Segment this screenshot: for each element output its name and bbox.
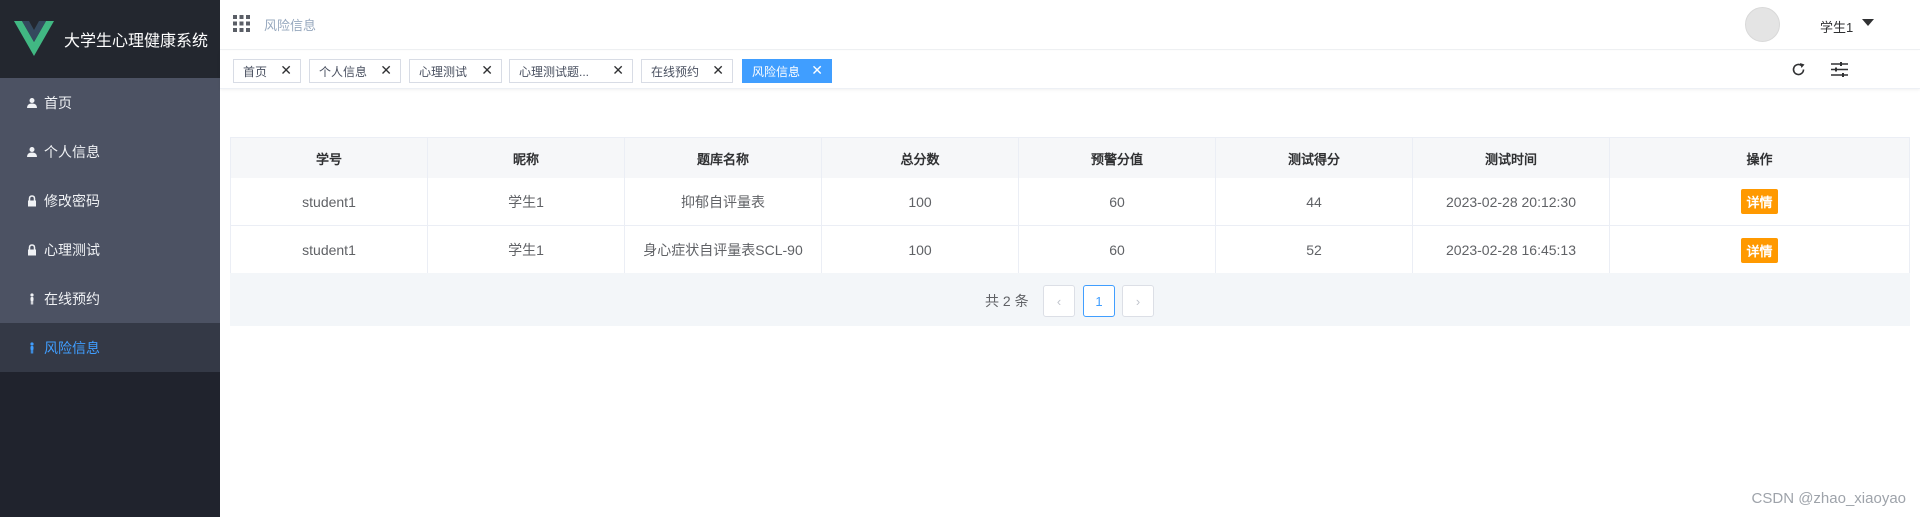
person-icon [26, 292, 38, 305]
prev-page-button[interactable]: ‹ [1043, 285, 1075, 317]
column-header-actions: 操作 [1746, 151, 1773, 167]
tag-label: 心理测试 [419, 64, 468, 79]
cell-test-score: 44 [1216, 178, 1413, 225]
cell-warning-score: 60 [1019, 226, 1216, 274]
table-row: student1 学生1 身心症状自评量表SCL-90 100 60 52 20… [231, 226, 1909, 274]
detail-button[interactable]: 详情 [1741, 237, 1778, 263]
tag-label: 首页 [243, 64, 268, 79]
sidebar-item-label: 个人信息 [44, 143, 100, 160]
page-number-button[interactable]: 1 [1083, 285, 1115, 317]
tag-profile[interactable]: 个人信息 ✕ [309, 59, 401, 83]
sidebar-item-change-password[interactable]: 修改密码 [0, 176, 220, 225]
settings-sliders-icon[interactable] [1830, 61, 1849, 78]
table-body: student1 学生1 抑郁自评量表 100 60 44 2023-02-28… [231, 178, 1909, 274]
person-icon [26, 341, 38, 354]
column-header-nickname[interactable]: 昵称 [428, 138, 625, 178]
detail-button[interactable]: 详情 [1741, 189, 1778, 214]
lock-icon [26, 194, 38, 207]
pagination-total: 共 2 条 [985, 293, 1029, 309]
close-icon[interactable]: ✕ [380, 62, 392, 79]
column-header-student-id[interactable]: 学号 [231, 138, 428, 178]
avatar[interactable] [1745, 7, 1780, 42]
sidebar-item-label: 修改密码 [44, 192, 100, 209]
cell-total-score: 100 [822, 226, 1019, 274]
vue-logo-icon [14, 21, 54, 56]
cell-actions: 详情 [1610, 178, 1909, 225]
close-icon[interactable]: ✕ [481, 62, 493, 79]
cell-warning-score: 60 [1019, 178, 1216, 225]
tag-label: 在线预约 [651, 64, 700, 79]
cell-bank-name: 抑郁自评量表 [625, 178, 822, 225]
close-icon[interactable]: ✕ [712, 62, 724, 79]
tag-label: 心理测试题... [519, 64, 590, 79]
cell-test-time: 2023-02-28 20:12:30 [1413, 178, 1610, 225]
tag-label: 个人信息 [319, 64, 368, 79]
cell-test-score: 52 [1216, 226, 1413, 274]
cell-nickname: 学生1 [428, 226, 625, 274]
cell-total-score: 100 [822, 178, 1019, 225]
sidebar-item-profile[interactable]: 个人信息 [0, 127, 220, 176]
tag-psych-test[interactable]: 心理测试 ✕ [409, 59, 502, 83]
sidebar-item-risk-info[interactable]: 风险信息 [0, 323, 220, 372]
tag-risk-info[interactable]: 风险信息 ✕ [742, 59, 832, 83]
tag-psych-test-questions[interactable]: 心理测试题... ✕ [509, 59, 633, 83]
sidebar-item-label: 首页 [44, 94, 72, 111]
logo: 大学生心理健康系统 [0, 0, 220, 78]
app-title: 大学生心理健康系统 [64, 33, 209, 50]
sidebar-item-psych-test[interactable]: 心理测试 [0, 225, 220, 274]
column-header-test-score[interactable]: 测试得分 [1216, 138, 1413, 178]
lock-icon [26, 243, 38, 256]
grid-menu-icon[interactable] [233, 15, 250, 32]
watermark: CSDN @zhao_xiaoyao [1751, 490, 1906, 507]
user-icon [26, 97, 38, 109]
cell-student-id: student1 [231, 178, 428, 225]
user-name[interactable]: 学生1 [1820, 17, 1853, 36]
close-icon[interactable]: ✕ [612, 62, 624, 79]
cell-bank-name: 身心症状自评量表SCL-90 [625, 226, 822, 274]
table-header-row: 学号 昵称 题库名称 总分数 预警分值 测试得分 测试时间 操作 [231, 138, 1909, 178]
column-header-test-time[interactable]: 测试时间 [1413, 138, 1610, 178]
cell-actions: 详情 [1610, 226, 1909, 274]
sidebar-item-appointment[interactable]: 在线预约 [0, 274, 220, 323]
risk-info-table: 学号 昵称 题库名称 总分数 预警分值 测试得分 测试时间 操作 student… [230, 137, 1910, 275]
chevron-left-icon: ‹ [1056, 293, 1062, 309]
column-header-total-score[interactable]: 总分数 [822, 138, 1019, 178]
user-icon [26, 146, 38, 158]
close-icon[interactable]: ✕ [811, 62, 823, 79]
cell-student-id: student1 [231, 226, 428, 274]
column-header-bank-name[interactable]: 题库名称 [625, 138, 822, 178]
tag-appointment[interactable]: 在线预约 ✕ [641, 59, 733, 83]
refresh-icon[interactable] [1790, 61, 1807, 78]
tag-home[interactable]: 首页 ✕ [233, 59, 301, 83]
breadcrumb: 风险信息 [264, 18, 317, 33]
table-header: 学号 昵称 题库名称 总分数 预警分值 测试得分 测试时间 操作 [231, 138, 1909, 178]
sidebar-item-label: 风险信息 [44, 339, 100, 356]
cell-test-time: 2023-02-28 16:45:13 [1413, 226, 1610, 274]
top-header: 风险信息 学生1 [220, 0, 1920, 50]
chevron-right-icon: › [1135, 293, 1141, 309]
column-header-warning-score[interactable]: 预警分值 [1019, 138, 1216, 178]
tag-label: 风险信息 [752, 64, 801, 79]
caret-down-icon[interactable] [1862, 19, 1874, 26]
sidebar-item-home[interactable]: 首页 [0, 78, 220, 127]
sidebar-menu: 首页 个人信息 修改密码 心理测试 在线预约 风险信息 [0, 78, 220, 372]
close-icon[interactable]: ✕ [280, 62, 292, 79]
sidebar: 大学生心理健康系统 首页 个人信息 修改密码 心理测试 在线预约 风险信息 [0, 0, 220, 517]
cell-nickname: 学生1 [428, 178, 625, 225]
pagination: 共 2 条 ‹ 1 › [230, 273, 1910, 326]
tags-view: 首页 ✕ 个人信息 ✕ 心理测试 ✕ 心理测试题... ✕ 在线预约 ✕ 风险信… [220, 51, 1920, 89]
table-row: student1 学生1 抑郁自评量表 100 60 44 2023-02-28… [231, 178, 1909, 226]
sidebar-item-label: 在线预约 [44, 290, 100, 307]
sidebar-item-label: 心理测试 [44, 241, 100, 258]
next-page-button[interactable]: › [1122, 285, 1154, 317]
